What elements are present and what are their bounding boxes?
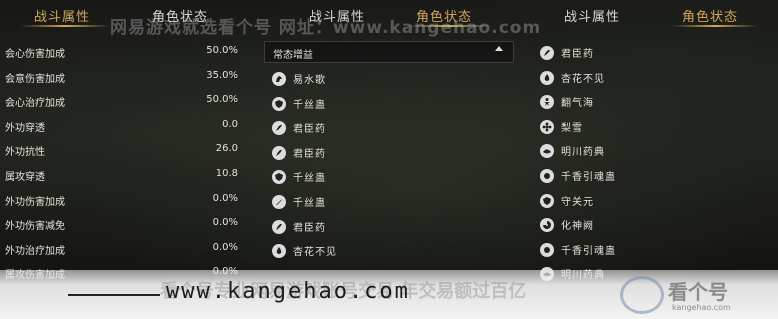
buff-item[interactable]: 千丝蛊 <box>256 191 522 216</box>
buff-item[interactable]: 化神阙 <box>522 214 778 239</box>
brand-logo-icon <box>620 276 664 314</box>
flower-icon <box>540 119 554 134</box>
stat-name: 外功伤害加成 <box>5 196 65 208</box>
chevron-up-icon <box>495 46 503 51</box>
tab-character-status[interactable]: 角色状态 <box>682 6 738 25</box>
stat-row: 外功穿透 0.0 <box>0 116 256 141</box>
stat-name: 会意伤害加成 <box>5 73 65 85</box>
buff-label: 化神阙 <box>561 221 594 233</box>
stat-row: 外功抗性 26.0 <box>0 140 256 165</box>
stat-value: 35.0% <box>206 69 238 81</box>
banner-divider <box>68 294 160 296</box>
stat-row: 会意伤害加成 35.0% <box>0 67 256 92</box>
tab-combat-attributes[interactable]: 战斗属性 <box>34 6 90 25</box>
buff-label: 翻气海 <box>561 98 594 110</box>
buff-item[interactable]: 君臣药 <box>256 216 522 241</box>
stat-name: 外功伤害减免 <box>5 221 65 233</box>
blade-icon <box>272 194 286 209</box>
orb-icon <box>540 168 554 183</box>
stat-value: 0.0 <box>222 118 238 130</box>
buff-item[interactable]: 守关元 <box>522 190 778 215</box>
stat-list: 会心伤害加成 50.0% 会意伤害加成 35.0% 会心治疗加成 50.0% 外功穿透… <box>0 42 256 288</box>
tab-underline <box>20 25 110 27</box>
buff-label: 君臣药 <box>293 124 326 136</box>
buff-item[interactable]: 千香引魂蛊 <box>522 239 778 264</box>
stat-row: 属攻穿透 10.8 <box>0 165 256 190</box>
buff-item[interactable]: 千香引魂蛊 <box>522 165 778 190</box>
buff-label: 君臣药 <box>293 222 326 234</box>
stat-value: 10.8 <box>215 167 238 179</box>
buff-item[interactable]: 杏花不见 <box>256 240 522 265</box>
lotus-icon <box>540 144 554 159</box>
shield-icon <box>272 170 286 185</box>
buff-label: 守关元 <box>561 196 594 208</box>
buff-item[interactable]: 明川药典 <box>522 140 778 165</box>
stat-row: 会心伤害加成 50.0% <box>0 42 256 67</box>
buff-list: 君臣药 杏花不见 翻气海 梨雪 明川药典 千香引魂蛊 守关元 化神阙 千香引魂蛊… <box>522 42 778 288</box>
stat-value: 50.0% <box>206 45 238 56</box>
watermark-url: www.kangehao.com <box>166 279 410 304</box>
buff-label: 千丝蛊 <box>293 197 326 209</box>
buff-label: 千丝蛊 <box>293 99 326 111</box>
stat-value: 0.0% <box>212 192 238 204</box>
spin-icon <box>540 218 554 233</box>
buff-label: 明川药典 <box>561 147 605 159</box>
watermark-banner: 看个号专业网易游戏账号交易 年交易额过百亿 www.kangehao.com 看… <box>0 270 778 319</box>
stat-value: 0.0% <box>212 241 238 253</box>
herb-icon <box>272 121 286 136</box>
flame-icon <box>272 244 286 259</box>
stat-row: 外功治疗加成 0.0% <box>0 239 256 264</box>
buff-label: 杏花不见 <box>561 73 605 85</box>
horse-icon <box>272 72 286 86</box>
buff-label: 千丝蛊 <box>293 173 326 185</box>
buff-item[interactable]: 易水歌 <box>256 68 522 93</box>
stat-row: 会心治疗加成 50.0% <box>0 91 256 116</box>
buff-item[interactable]: 翻气海 <box>522 91 778 116</box>
buff-label: 易水歌 <box>293 75 326 86</box>
buff-label: 梨雪 <box>561 122 583 134</box>
buff-label: 千香引魂蛊 <box>561 171 616 183</box>
stat-row: 外功伤害减免 0.0% <box>0 214 256 239</box>
herb-icon <box>272 145 286 160</box>
buff-item[interactable]: 君臣药 <box>256 117 522 142</box>
flame-icon <box>540 70 554 85</box>
buff-item[interactable]: 君臣药 <box>522 42 778 67</box>
buff-item[interactable]: 千丝蛊 <box>256 93 522 118</box>
buff-category-dropdown[interactable]: 常态增益 <box>264 41 514 63</box>
buff-label: 君臣药 <box>293 148 326 160</box>
dropdown-selected-value: 常态增益 <box>273 50 313 61</box>
shield-icon <box>540 193 554 208</box>
buff-label: 君臣药 <box>561 49 594 60</box>
stat-value: 50.0% <box>206 94 238 106</box>
watermark-top-text: 网易游戏就选看个号 网址：www.kangehao.com <box>110 18 542 38</box>
figure-icon <box>540 95 554 110</box>
herb-icon <box>272 219 286 234</box>
stat-name: 属攻穿透 <box>5 171 45 183</box>
buff-item[interactable]: 梨雪 <box>522 116 778 141</box>
stat-row: 外功伤害加成 0.0% <box>0 190 256 215</box>
buff-label: 千香引魂蛊 <box>561 245 616 257</box>
brand-subtext: kangehao.com <box>672 303 731 312</box>
buff-item[interactable]: 千丝蛊 <box>256 166 522 191</box>
orb-icon <box>540 242 554 257</box>
buff-list: 易水歌 千丝蛊 君臣药 君臣药 千丝蛊 千丝蛊 君臣药 杏花不见 <box>256 68 522 265</box>
herb-icon <box>540 46 554 60</box>
buff-label: 杏花不见 <box>293 247 337 259</box>
stat-name: 外功抗性 <box>5 147 45 159</box>
stat-value: 26.0 <box>215 143 238 155</box>
shield-icon <box>272 96 286 111</box>
stat-name: 外功治疗加成 <box>5 245 65 257</box>
stat-name: 外功穿透 <box>5 122 45 134</box>
buff-item[interactable]: 君臣药 <box>256 142 522 167</box>
stat-name: 会心治疗加成 <box>5 98 65 110</box>
brand-name: 看个号 <box>668 280 728 304</box>
stat-value: 0.0% <box>212 217 238 229</box>
buff-item[interactable]: 杏花不见 <box>522 67 778 92</box>
stat-name: 会心伤害加成 <box>5 49 65 60</box>
